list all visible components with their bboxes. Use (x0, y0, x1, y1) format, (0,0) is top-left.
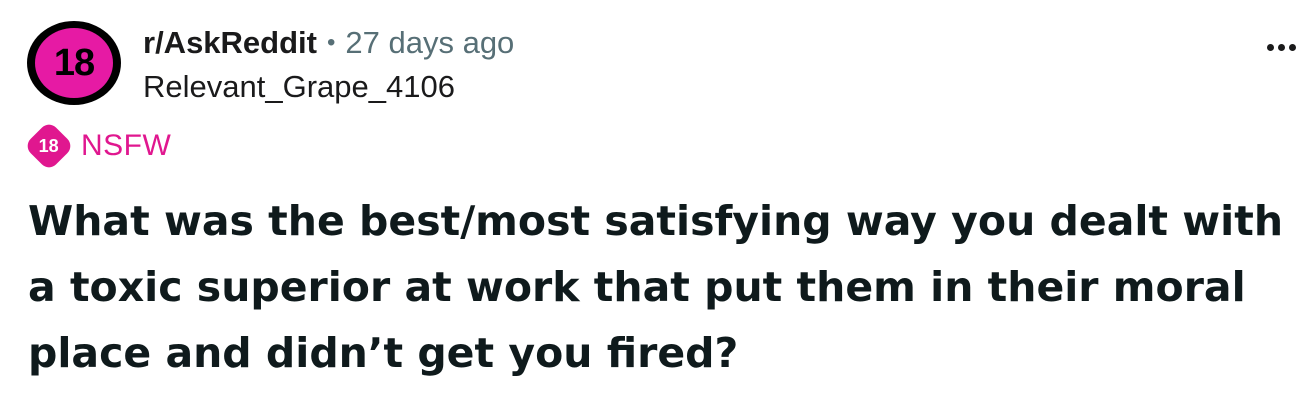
post-card: 18 r/AskReddit • 27 days ago Relevant_Gr… (0, 0, 1314, 410)
more-dot (1289, 44, 1296, 51)
subreddit-link[interactable]: r/AskReddit (143, 23, 317, 63)
nsfw-badge-icon: 18 (23, 120, 75, 172)
separator-dot: • (326, 29, 336, 56)
post-title[interactable]: What was the best/most satisfying way yo… (28, 188, 1298, 386)
post-meta: r/AskReddit • 27 days ago Relevant_Grape… (143, 23, 514, 107)
post-header: 18 r/AskReddit • 27 days ago Relevant_Gr… (27, 21, 514, 107)
more-dot (1267, 44, 1274, 51)
subreddit-avatar[interactable]: 18 (27, 21, 121, 105)
more-dot (1278, 44, 1285, 51)
post-timestamp[interactable]: 27 days ago (345, 23, 514, 63)
author-link[interactable]: Relevant_Grape_4106 (143, 67, 514, 107)
meta-line: r/AskReddit • 27 days ago (143, 23, 514, 63)
more-options-icon[interactable] (1267, 44, 1296, 51)
nsfw-flair: 18 NSFW (23, 120, 172, 172)
avatar-nsfw-icon: 18 (35, 28, 113, 98)
nsfw-badge-text: 18 (38, 135, 60, 156)
nsfw-label: NSFW (81, 129, 172, 162)
